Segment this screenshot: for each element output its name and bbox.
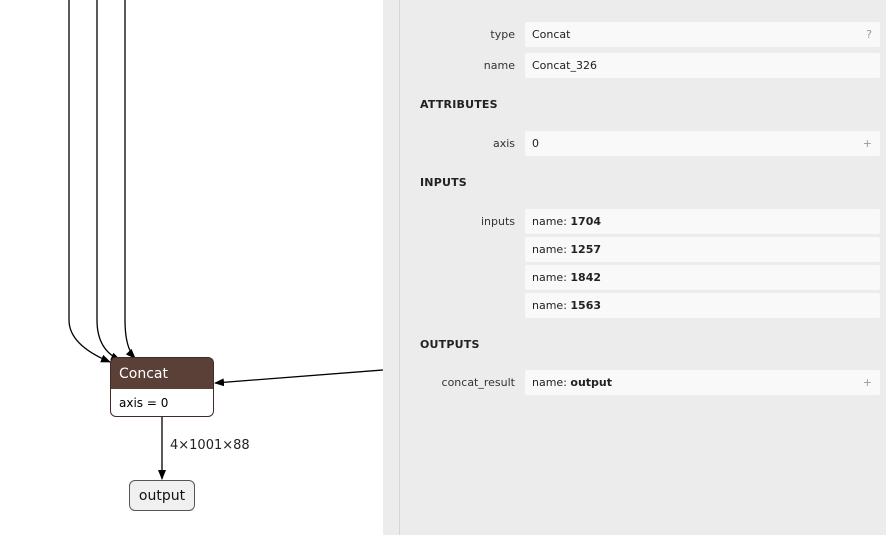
inputs-label: inputs	[480, 215, 515, 228]
edge-input-4	[214, 369, 383, 387]
concat-node-attribute[interactable]: axis = 0	[110, 389, 214, 417]
output-expand-icon[interactable]: +	[863, 370, 872, 395]
output-value: output	[570, 376, 613, 389]
edge-shape-label: 4×1001×88	[170, 438, 250, 453]
edge-input-2	[96, 0, 121, 361]
edge-input-3	[124, 0, 136, 359]
sidebar-divider	[399, 0, 400, 535]
type-value: Concat	[532, 28, 571, 41]
input-prefix: name:	[532, 215, 571, 228]
output-field[interactable]: name: output +	[525, 370, 880, 395]
name-value: Concat_326	[532, 59, 597, 72]
axis-label: axis	[492, 137, 515, 150]
axis-expand-icon[interactable]: +	[863, 131, 872, 156]
input-field-3[interactable]: name: 1842	[525, 265, 880, 290]
graph-edges	[68, 0, 383, 480]
axis-value: 0	[532, 137, 539, 150]
input-value: 1704	[570, 215, 602, 228]
inputs-row: inputs name: 1704 name: 1257 name: 1842 …	[383, 209, 886, 318]
properties-sidebar: type Concat ? name Concat_326 ATTRIBUTES…	[383, 0, 886, 535]
type-label: type	[490, 28, 515, 41]
edge-input-1	[68, 0, 111, 363]
concat-node-title[interactable]: Concat	[110, 357, 214, 389]
output-node[interactable]: output	[129, 480, 195, 511]
input-prefix: name:	[532, 271, 571, 284]
input-value: 1842	[570, 271, 602, 284]
input-prefix: name:	[532, 299, 571, 312]
name-label: name	[483, 59, 515, 72]
axis-row: axis 0 +	[383, 131, 886, 156]
output-prefix: name:	[532, 376, 571, 389]
input-field-2[interactable]: name: 1257	[525, 237, 880, 262]
input-prefix: name:	[532, 243, 571, 256]
type-field[interactable]: Concat ?	[525, 22, 880, 47]
input-field-4[interactable]: name: 1563	[525, 293, 880, 318]
input-field-1[interactable]: name: 1704	[525, 209, 880, 234]
input-value: 1257	[570, 243, 602, 256]
inputs-header: INPUTS	[420, 176, 467, 189]
name-field[interactable]: Concat_326	[525, 53, 880, 78]
outputs-header: OUTPUTS	[420, 338, 480, 351]
output-row: concat_result name: output +	[383, 370, 886, 395]
type-help-icon[interactable]: ?	[866, 22, 872, 47]
type-row: type Concat ?	[383, 22, 886, 47]
graph-canvas[interactable]: Concat axis = 0 4×1001×88 output	[0, 0, 383, 535]
attributes-header: ATTRIBUTES	[420, 98, 498, 111]
output-label: concat_result	[441, 376, 515, 389]
input-value: 1563	[570, 299, 602, 312]
axis-field[interactable]: 0 +	[525, 131, 880, 156]
name-row: name Concat_326	[383, 53, 886, 78]
